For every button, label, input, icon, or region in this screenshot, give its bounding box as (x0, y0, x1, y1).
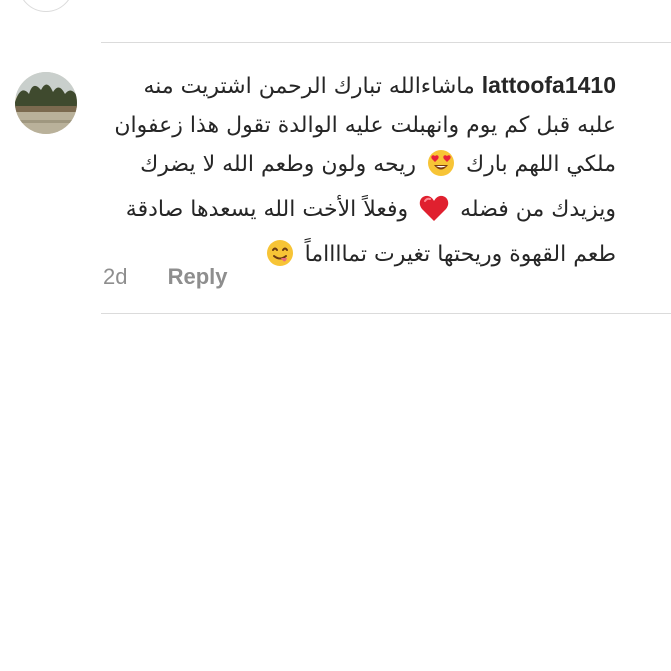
previous-comment-avatar[interactable] (18, 0, 74, 12)
comment-line-1: lattoofa1410 ماشاءالله تبارك الرحمن اشتر… (96, 66, 616, 106)
comment-text-3b: ريحه ولون وطعم الله لا يضرك (140, 152, 416, 177)
heart-eyes-emoji-icon (427, 149, 455, 190)
divider-top (101, 42, 671, 43)
comment-body: lattoofa1410 ماشاءالله تبارك الرحمن اشتر… (96, 66, 616, 280)
comment-line-4: ويزيدك من فضله وفعلاً الأخت الله يسعدها … (96, 190, 616, 235)
savoring-food-emoji-icon (266, 239, 294, 280)
reply-button[interactable]: Reply (168, 264, 228, 289)
comment-text-3a: ملكي اللهم بارك (465, 152, 616, 177)
comment-line-3: ملكي اللهم بارك ريحه ولون وطعم الله لا ي… (96, 145, 616, 190)
comment-meta: 2d Reply (103, 264, 228, 290)
comment-text-4a: ويزيدك من فضله (460, 197, 616, 222)
avatar[interactable] (15, 72, 77, 134)
avatar-photo (15, 72, 77, 134)
comment-timestamp: 2d (103, 264, 128, 289)
comment-username[interactable]: lattoofa1410 (482, 72, 616, 98)
comment-line-2: علبه قبل كم يوم وانهبلت عليه الوالدة تقو… (96, 106, 616, 145)
divider-bottom (101, 313, 671, 314)
comment-text-4b: وفعلاً الأخت الله يسعدها صادقة (125, 197, 409, 222)
red-heart-emoji-icon (419, 194, 449, 235)
comment-text-1: ماشاءالله تبارك الرحمن اشتريت منه (143, 74, 475, 99)
comment-text-5: طعم القهوة وريحتها تغيرت تمااااماً (304, 242, 616, 267)
comment-text-2: علبه قبل كم يوم وانهبلت عليه الوالدة تقو… (114, 113, 616, 138)
